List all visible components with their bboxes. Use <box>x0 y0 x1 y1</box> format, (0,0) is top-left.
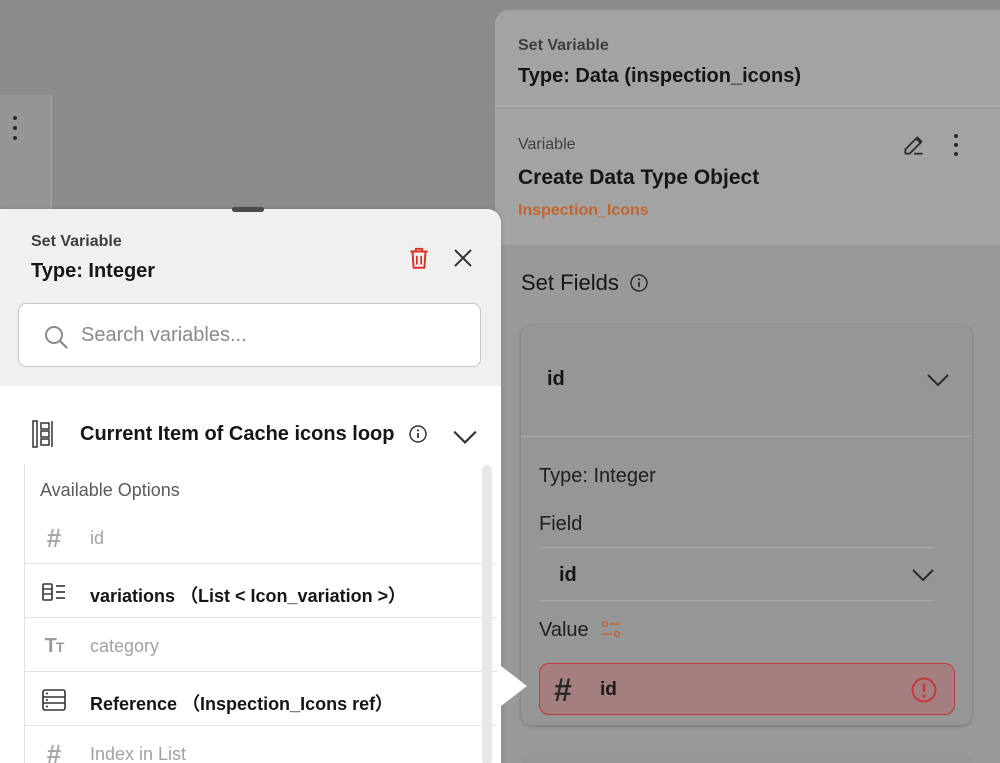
set-variable-panel: Set Variable Type: Data (inspection_icon… <box>495 10 1000 763</box>
popup-pointer <box>501 666 527 706</box>
hash-icon: # <box>46 738 62 763</box>
value-label: Value <box>539 618 589 641</box>
option-label: category <box>90 636 160 656</box>
database-ref-icon <box>42 689 66 711</box>
option-item-category: TT category <box>25 618 497 672</box>
variable-name: Create Data Type Object <box>518 166 760 189</box>
option-item-index-in-list: # Index in List <box>25 726 497 763</box>
chevron-down-icon[interactable] <box>926 373 950 387</box>
popup-title: Type: Integer <box>31 260 156 282</box>
available-options-title: Available Options <box>40 480 180 500</box>
panel-header: Set Variable Type: Data (inspection_icon… <box>495 10 1000 107</box>
field-card: id Type: Integer Field id Value # id <box>521 325 972 725</box>
search-input[interactable] <box>81 318 461 352</box>
panel-title: Type: Data (inspection_icons) <box>518 65 802 87</box>
option-item-reference[interactable]: Reference （Inspection_Icons ref） <box>25 672 497 726</box>
variable-type-name: Inspection_Icons <box>518 202 649 219</box>
variable-label: Variable <box>518 136 576 153</box>
info-icon[interactable] <box>629 273 649 293</box>
chevron-down-icon[interactable] <box>452 429 478 445</box>
variable-picker-popup: Set Variable Type: Integer Current I <box>0 207 501 763</box>
hash-icon: # <box>554 672 572 708</box>
variable-group-row[interactable]: Current Item of Cache icons loop <box>0 407 501 463</box>
option-label: Index in List <box>90 744 187 763</box>
variable-group-label: Current Item of Cache icons loop <box>80 423 395 445</box>
value-text: id <box>600 679 617 700</box>
option-item-id: # id <box>25 510 497 564</box>
option-label: Reference （Inspection_Icons ref） <box>90 694 394 714</box>
hash-icon: # <box>46 522 62 553</box>
variable-section: Variable Create Data Type Object Inspect… <box>495 108 1000 245</box>
canvas-node <box>0 95 52 215</box>
scrollbar[interactable] <box>482 465 492 763</box>
pencil-icon[interactable] <box>901 132 927 158</box>
trash-icon[interactable] <box>406 245 432 271</box>
drag-handle[interactable] <box>232 207 264 212</box>
search-icon <box>45 326 68 349</box>
option-item-variations[interactable]: variations （List < Icon_variation >） <box>25 564 497 618</box>
available-options: Available Options # id variations （List … <box>24 464 497 763</box>
option-label: id <box>90 528 105 548</box>
panel-subtitle: Set Variable <box>518 37 609 54</box>
next-field-card <box>521 752 972 763</box>
option-label: variations （List < Icon_variation >） <box>90 586 407 606</box>
popup-header: Set Variable Type: Integer <box>0 207 501 386</box>
chevron-down-icon[interactable] <box>911 568 935 582</box>
field-type: Type: Integer <box>539 465 656 487</box>
popup-subtitle: Set Variable <box>31 233 122 250</box>
text-type-icon: TT <box>44 634 65 657</box>
set-fields-heading: Set Fields <box>521 270 649 296</box>
field-name: id <box>547 368 565 390</box>
search-box <box>18 303 481 367</box>
field-select-value: id <box>559 564 577 586</box>
settings-sliders-icon[interactable] <box>599 618 623 642</box>
more-vert-icon[interactable] <box>949 134 963 156</box>
set-fields-title: Set Fields <box>521 270 619 295</box>
error-icon <box>911 677 937 703</box>
canvas-more-icon[interactable] <box>8 116 22 140</box>
close-icon[interactable] <box>451 246 475 270</box>
list-icon <box>42 583 65 601</box>
field-label: Field <box>539 513 583 535</box>
value-input[interactable]: # id <box>539 663 955 715</box>
field-select[interactable]: id <box>539 547 935 601</box>
data-structure-icon <box>32 420 53 448</box>
value-label-row: Value <box>539 618 623 642</box>
field-card-header[interactable]: id <box>521 325 972 437</box>
info-icon[interactable] <box>408 424 428 444</box>
